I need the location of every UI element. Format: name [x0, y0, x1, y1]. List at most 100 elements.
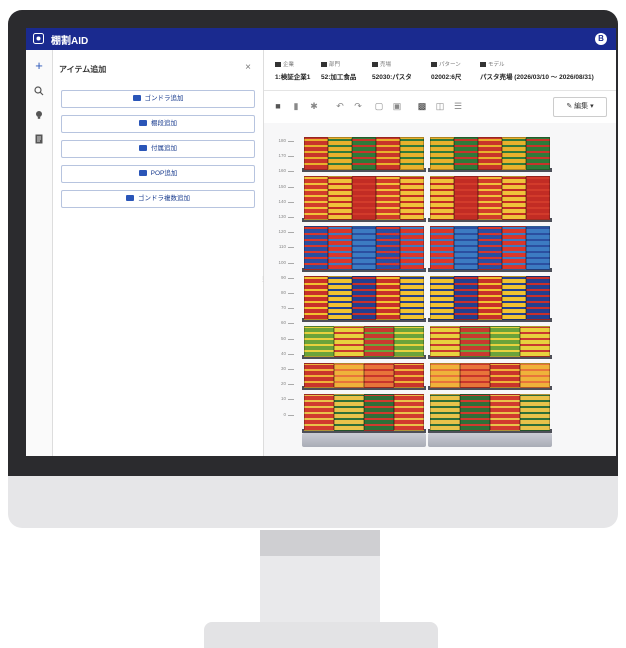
product-facing[interactable]	[430, 326, 460, 357]
product-facing[interactable]	[304, 363, 334, 388]
product-facing[interactable]	[478, 176, 502, 220]
add-shelf-button[interactable]: 棚段追加	[61, 115, 255, 133]
product-facing[interactable]	[526, 176, 550, 220]
product-facing[interactable]	[376, 226, 400, 270]
product-facing[interactable]	[376, 176, 400, 220]
product-facing[interactable]	[454, 137, 478, 170]
delete-icon[interactable]: ▮	[291, 101, 301, 112]
gondola-base[interactable]	[428, 433, 552, 447]
add-multiple-gondola-button[interactable]: ゴンドラ複数追加	[61, 190, 255, 208]
product-facing[interactable]	[430, 226, 454, 270]
product-facing[interactable]	[520, 326, 550, 357]
ruler-tick	[288, 414, 294, 416]
close-icon[interactable]: ×	[245, 62, 251, 73]
ruler-tick	[288, 384, 294, 386]
product-facing[interactable]	[502, 137, 526, 170]
product-facing[interactable]	[376, 276, 400, 320]
product-facing[interactable]	[352, 137, 376, 170]
product-facing[interactable]	[460, 363, 490, 388]
product-facing[interactable]	[376, 137, 400, 170]
product-facing[interactable]	[520, 394, 550, 431]
product-facing[interactable]	[304, 176, 328, 220]
ruler-tick	[288, 308, 294, 310]
document-icon[interactable]	[33, 134, 45, 146]
product-facing[interactable]	[328, 137, 352, 170]
product-facing[interactable]	[526, 137, 550, 170]
product-facing[interactable]	[304, 137, 328, 170]
product-facing[interactable]	[304, 394, 334, 431]
product-facing[interactable]	[478, 276, 502, 320]
product-facing[interactable]	[400, 226, 424, 270]
product-facing[interactable]	[460, 394, 490, 431]
add-pop-button[interactable]: POP追加	[61, 165, 255, 183]
avatar[interactable]: B	[595, 33, 607, 45]
building-icon	[275, 62, 281, 68]
product-facing[interactable]	[328, 176, 352, 220]
lightbulb-icon[interactable]	[33, 110, 45, 122]
copy-icon[interactable]: ▢	[374, 101, 384, 112]
product-facing[interactable]	[364, 394, 394, 431]
product-facing[interactable]	[454, 226, 478, 270]
product-facing[interactable]	[478, 226, 502, 270]
ruler-label: 180	[278, 138, 286, 143]
product-facing[interactable]	[454, 176, 478, 220]
product-facing[interactable]	[334, 363, 364, 388]
product-facing[interactable]	[430, 137, 454, 170]
product-facing[interactable]	[364, 326, 394, 357]
product-facing[interactable]	[526, 276, 550, 320]
product-facing[interactable]	[430, 363, 460, 388]
product-facing[interactable]	[400, 137, 424, 170]
undo-icon[interactable]: ↶	[335, 101, 345, 112]
product-facing[interactable]	[502, 176, 526, 220]
product-facing[interactable]	[394, 394, 424, 431]
redo-icon[interactable]: ↷	[353, 101, 363, 112]
product-facing[interactable]	[460, 326, 490, 357]
product-facing[interactable]	[328, 226, 352, 270]
product-facing[interactable]	[352, 176, 376, 220]
ruler-tick	[288, 247, 294, 249]
product-facing[interactable]	[400, 276, 424, 320]
product-facing[interactable]	[430, 276, 454, 320]
product-facing[interactable]	[526, 226, 550, 270]
list-view-icon[interactable]: ☰	[453, 101, 463, 112]
planogram-canvas[interactable]: 180 170 160 150 140 130 120 110 100 90 80 70 60 50 40 3…	[264, 123, 616, 456]
product-facing[interactable]	[334, 326, 364, 357]
ruler-label: 170	[278, 153, 286, 159]
gondola-base[interactable]	[302, 433, 426, 447]
model-label: モデル	[480, 60, 505, 68]
save-icon[interactable]: ■	[273, 101, 283, 111]
add-accessory-button[interactable]: 付属追加	[61, 140, 255, 158]
product-facing[interactable]	[352, 226, 376, 270]
product-facing[interactable]	[328, 276, 352, 320]
product-facing[interactable]	[430, 394, 460, 431]
ruler-tick	[288, 293, 294, 294]
product-facing[interactable]	[304, 276, 328, 320]
settings-icon[interactable]: ✱	[309, 101, 319, 112]
product-facing[interactable]	[454, 276, 478, 320]
product-facing[interactable]	[304, 326, 334, 357]
product-facing[interactable]	[394, 363, 424, 388]
ruler-tick	[288, 277, 294, 279]
product-facing[interactable]	[490, 363, 520, 388]
product-facing[interactable]	[478, 137, 502, 170]
product-facing[interactable]	[364, 363, 394, 388]
product-facing[interactable]	[304, 226, 328, 270]
product-facing[interactable]	[394, 326, 424, 357]
product-facing[interactable]	[502, 226, 526, 270]
product-facing[interactable]	[520, 363, 550, 388]
product-facing[interactable]	[502, 276, 526, 320]
split-view-icon[interactable]: ◫	[435, 101, 445, 112]
search-icon[interactable]	[33, 86, 45, 98]
ruler-label: 60	[280, 320, 286, 326]
add-gondola-button[interactable]: ゴンドラ追加	[61, 90, 255, 108]
plus-icon[interactable]: +	[33, 59, 45, 72]
paste-icon[interactable]: ▣	[392, 101, 402, 112]
product-facing[interactable]	[334, 394, 364, 431]
product-facing[interactable]	[490, 394, 520, 431]
image-view-icon[interactable]: ▩	[417, 101, 427, 112]
product-facing[interactable]	[430, 176, 454, 220]
product-facing[interactable]	[352, 276, 376, 320]
edit-dropdown[interactable]: ✎ 編集 ▾	[553, 97, 607, 117]
product-facing[interactable]	[490, 326, 520, 357]
product-facing[interactable]	[400, 176, 424, 220]
